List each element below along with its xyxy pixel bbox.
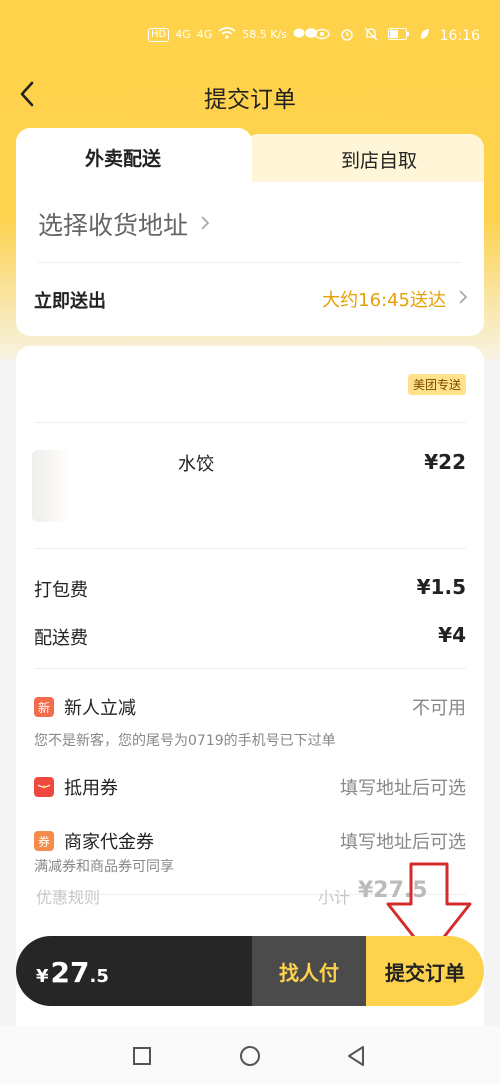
- nav-bar: 提交订单: [0, 72, 500, 118]
- select-address-button[interactable]: 选择收货地址: [38, 206, 210, 242]
- delivery-fee-label: 配送费: [34, 628, 88, 649]
- chevron-right-icon: [200, 212, 210, 237]
- find-someone-pay-button[interactable]: 找人付: [252, 936, 366, 1006]
- alarm-icon: [340, 27, 354, 44]
- delivery-tag: 美团专送: [407, 374, 466, 395]
- promo-status: 填写地址后可选: [340, 832, 466, 853]
- address-placeholder: 选择收货地址: [38, 211, 189, 240]
- recents-button[interactable]: [130, 1044, 154, 1068]
- promo-coupon[interactable]: 抵用券 填写地址后可选: [34, 774, 466, 800]
- promo-label: 抵用券: [64, 778, 118, 799]
- home-button[interactable]: [238, 1044, 262, 1068]
- clock: 16:16: [439, 27, 480, 44]
- status-bar: HD 4G 4G 58.5 K/s 16:16: [0, 0, 500, 72]
- order-total: ¥ 27 .5: [16, 936, 252, 1006]
- packing-fee-value: ¥1.5: [416, 575, 466, 599]
- leaf-icon: [420, 28, 430, 43]
- chevron-right-icon: [458, 289, 468, 310]
- promo-note: 满减券和商品券可同享: [34, 859, 174, 875]
- system-nav-bar: [0, 1026, 500, 1084]
- network-speed: 58.5 K/s: [242, 28, 287, 41]
- promo-note: 您不是新客，您的尾号为0719的手机号已下过单: [34, 733, 336, 749]
- voucher-icon: 券: [34, 831, 54, 851]
- checkout-bar: ¥ 27 .5 找人付 提交订单: [16, 936, 484, 1006]
- signal-icon: 4G: [175, 28, 191, 41]
- divider: [38, 262, 462, 263]
- divider: [34, 422, 466, 423]
- promo-merchant-voucher[interactable]: 券 商家代金券 填写地址后可选: [34, 828, 466, 854]
- circle-icon: [240, 1046, 260, 1066]
- back-nav-button[interactable]: [344, 1044, 368, 1068]
- promo-status: 填写地址后可选: [340, 778, 466, 799]
- food-name: 水饺: [178, 454, 214, 475]
- rules-label: 优惠规则: [36, 888, 101, 907]
- status-right: 16:16: [313, 27, 480, 44]
- hd-badge: HD: [148, 27, 170, 42]
- square-icon: [133, 1047, 151, 1065]
- wifi-icon: [218, 27, 236, 42]
- submit-order-button[interactable]: 提交订单: [366, 936, 484, 1006]
- packing-fee-label: 打包费: [34, 580, 88, 601]
- battery-icon: [387, 28, 410, 43]
- signal-icon: 4G: [196, 28, 213, 41]
- promo-label: 商家代金券: [64, 832, 154, 853]
- delivery-mode-tabs: 到店自取 外卖配送: [16, 128, 484, 186]
- status-left: HD 4G 4G 58.5 K/s: [148, 27, 319, 42]
- divider: [34, 668, 466, 669]
- delivery-time-selector[interactable]: 大约16:45送达: [322, 286, 468, 312]
- subtotal-label: 小计: [318, 888, 351, 907]
- page-title: 提交订单: [204, 87, 296, 113]
- promo-status: 不可用: [412, 698, 466, 719]
- promo-label: 新人立减: [64, 698, 136, 719]
- total-integer: 27: [50, 956, 90, 989]
- food-image: [32, 450, 136, 522]
- new-user-icon: 新: [34, 697, 54, 717]
- total-decimal: .5: [89, 966, 109, 987]
- address-card: 选择收货地址 立即送出 大约16:45送达: [16, 182, 484, 336]
- mute-icon: [364, 27, 378, 44]
- red-packet-icon: [34, 777, 54, 797]
- triangle-back-icon: [348, 1046, 364, 1066]
- delivery-fee-value: ¥4: [438, 623, 466, 647]
- tab-pickup[interactable]: 到店自取: [244, 134, 484, 184]
- promo-new-user[interactable]: 新 新人立减 不可用: [34, 694, 466, 720]
- currency-symbol: ¥: [36, 966, 49, 987]
- food-price: ¥22: [424, 450, 466, 474]
- eye-icon: [313, 28, 330, 43]
- tab-delivery[interactable]: 外卖配送: [16, 128, 252, 186]
- divider: [34, 548, 466, 549]
- delivery-time: 大约16:45送达: [322, 290, 446, 311]
- deliver-now-label: 立即送出: [34, 291, 106, 312]
